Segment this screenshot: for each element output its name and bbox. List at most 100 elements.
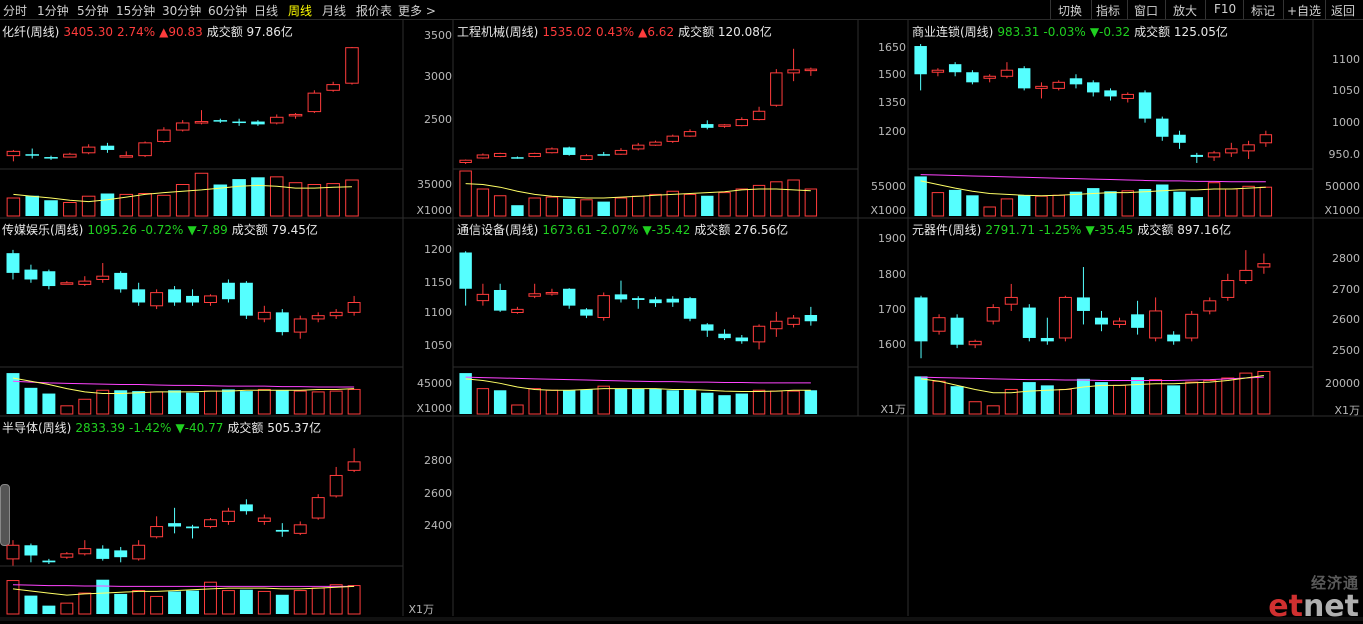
volume-bar-up	[752, 389, 766, 415]
candle-body-down	[1094, 317, 1108, 325]
volume-bar-down	[1167, 385, 1181, 414]
candle-body-up	[293, 524, 307, 534]
turnover-amount: 成交额 897.16亿	[1137, 223, 1232, 237]
change-percent: -0.72%	[141, 223, 184, 237]
volume-bar-down	[914, 176, 927, 216]
index-price: 1535.02	[542, 25, 592, 39]
volume-bar-up	[6, 580, 20, 615]
candle-body-up	[804, 68, 818, 72]
turnover-amount: 成交额 276.56亿	[694, 223, 789, 237]
right-volume-unit: X1000	[1324, 204, 1360, 217]
sector-name: 商业连锁(周线)	[912, 25, 994, 39]
candle-body-down	[1156, 118, 1169, 137]
volume-bar-down	[221, 389, 235, 414]
price-axis-tick: 1900	[878, 232, 906, 245]
candle-body-up	[666, 135, 679, 142]
index-price: 3405.30	[63, 25, 113, 39]
volume-bar-up	[204, 581, 217, 615]
kline-chart	[453, 48, 858, 217]
candle-body-down	[275, 312, 289, 333]
right-axis-tick: 1050	[1332, 84, 1360, 97]
candle-body-up	[347, 461, 361, 471]
chart-panel-telecom[interactable]: 通信设备(周线) 1673.61 -2.07% ▼-35.42 成交额 276.56亿	[453, 218, 858, 416]
volume-bar-up	[63, 202, 77, 217]
volume-bar-down	[44, 200, 58, 216]
chart-panel-construction-machinery[interactable]: 工程机械(周线) 1535.02 0.43% ▲6.62 成交额 120.08亿	[453, 20, 858, 218]
right-axis-tick: 1100	[1332, 53, 1360, 66]
chart-panel-components[interactable]: 元器件(周线) 2791.71 -1.25% ▼-35.45 成交额 897.16亿	[908, 218, 1313, 416]
volume-bar-up	[983, 206, 996, 217]
candle-body-up	[326, 84, 340, 91]
volume-bar-up	[1035, 195, 1048, 217]
candle-body-up	[6, 544, 20, 560]
candle-body-up	[545, 292, 559, 295]
candle-body-up	[138, 142, 152, 157]
change-value: ▼-35.45	[1085, 223, 1134, 237]
candle-body-up	[1207, 152, 1221, 158]
chart-panel-media[interactable]: 传媒娱乐(周线) 1095.26 -0.72% ▼-7.89 成交额 79.45亿	[0, 218, 403, 416]
candle-body-up	[78, 280, 92, 285]
candle-body-down	[666, 298, 679, 303]
volume-bar-up	[986, 405, 1000, 415]
candle-body-up	[632, 144, 645, 150]
candle-body-up	[257, 517, 271, 522]
candle-body-up	[204, 295, 217, 303]
volume-bar-up	[597, 385, 610, 415]
candle-body-down	[24, 269, 38, 280]
kline-chart	[908, 44, 1313, 217]
candle-body-up	[649, 141, 662, 146]
sector-name: 通信设备(周线)	[457, 223, 539, 237]
volume-bar-up	[150, 595, 164, 615]
candle-body-down	[948, 64, 962, 73]
candle-body-up	[288, 113, 303, 117]
candle-body-up	[329, 311, 343, 317]
candle-body-up	[1121, 93, 1134, 99]
candle-body-down	[683, 298, 697, 319]
volume-bar-down	[186, 590, 199, 614]
volume-bar-up	[157, 194, 171, 217]
panel-title: 化纤(周线) 3405.30 2.74% ▲90.83 成交额 97.86亿	[2, 23, 297, 40]
kline-chart	[908, 250, 1313, 415]
sector-name: 元器件(周线)	[912, 223, 982, 237]
candle-body-up	[1225, 148, 1238, 154]
change-value: ▲6.62	[638, 25, 675, 39]
candle-body-down	[6, 253, 20, 273]
volume-bar-down	[24, 387, 38, 414]
kline-chart	[0, 249, 403, 415]
candle-body-down	[1017, 68, 1031, 89]
price-axis-tick: 1150	[424, 276, 452, 289]
chart-panel-chemfiber[interactable]: 化纤(周线) 3405.30 2.74% ▲90.83 成交额 97.86亿	[0, 20, 403, 218]
volume-unit-label: X1000	[870, 204, 906, 217]
candle-body-up	[60, 553, 74, 558]
volume-unit-label: X1000	[416, 402, 452, 415]
volume-bar-down	[562, 198, 576, 216]
candle-body-up	[986, 307, 1000, 322]
volume-unit-label: X1万	[408, 603, 434, 616]
candle-body-up	[752, 110, 766, 121]
volume-bar-up	[1121, 190, 1134, 217]
candle-body-up	[528, 152, 541, 157]
volume-bar-down	[168, 591, 182, 614]
index-price: 2833.39	[75, 421, 125, 435]
candle-body-up	[194, 121, 209, 124]
chart-panel-retail-chain[interactable]: 商业连锁(周线) 983.31 -0.03% ▼-0.32 成交额 125.05亿	[908, 20, 1313, 218]
panel-title: 半导体(周线) 2833.39 -1.42% ▼-40.77 成交额 505.37亿	[2, 419, 325, 436]
chart-panel-semiconductor[interactable]: 半导体(周线) 2833.39 -1.42% ▼-40.77 成交额 505.37亿	[0, 416, 403, 616]
sector-name: 传媒娱乐(周线)	[2, 223, 84, 237]
volume-bar-down	[114, 593, 128, 614]
volume-ma-long	[921, 376, 1264, 381]
volume-bar-up	[1221, 377, 1235, 415]
volume-bar-down	[701, 195, 714, 216]
price-axis-tick: 2800	[424, 454, 452, 467]
volume-axis-tick: 45000	[417, 377, 452, 390]
volume-bar-up	[787, 390, 800, 415]
volume-bar-up	[580, 199, 593, 217]
candle-body-down	[221, 282, 235, 300]
volume-bar-up	[770, 390, 783, 415]
volume-bar-down	[1094, 382, 1108, 414]
candle-body-up	[6, 150, 21, 157]
volume-bar-down	[232, 179, 246, 216]
volume-axis-tick: 35000	[417, 178, 452, 191]
candle-body-down	[562, 147, 576, 155]
candle-body-down	[1040, 337, 1054, 342]
